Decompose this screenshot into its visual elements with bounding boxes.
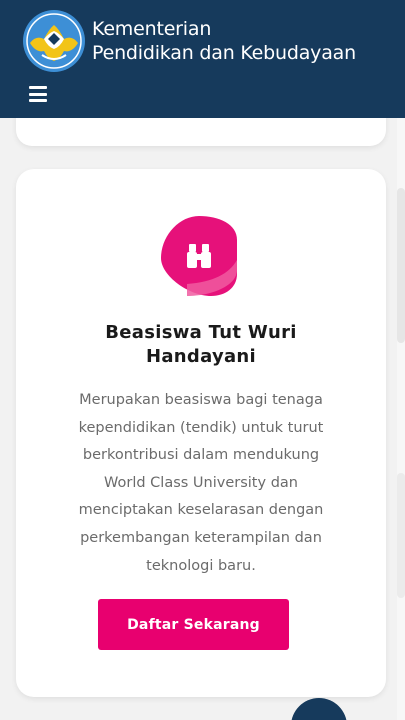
scrollbar-thumb-secondary[interactable] [397, 473, 405, 598]
description-line: menciptakan keselarasan dengan [78, 502, 324, 519]
description-line: perkembangan keterampilan dan [80, 529, 322, 546]
site-header: Kementerian Pendidikan dan Kebudayaan [0, 0, 405, 118]
scrollbar[interactable] [397, 118, 405, 720]
organization-name-line2: Pendidikan dan Kebudayaan [92, 42, 356, 64]
description-line: Merupakan beasiswa bagi tenaga [79, 392, 323, 408]
hamburger-menu-icon[interactable] [29, 86, 47, 102]
description-line: kependidikan (tendik) untuk turut [78, 419, 324, 436]
card-title-line2: Handayani [145, 346, 257, 367]
scrollbar-thumb[interactable] [397, 188, 405, 343]
floating-action-button[interactable] [291, 698, 347, 720]
description-line: teknologi baru. [146, 557, 256, 574]
card-description: Merupakan beasiswa bagi tenaga kependidi… [56, 387, 346, 580]
binoculars-icon [161, 216, 237, 296]
tut-wuri-handayani-logo[interactable] [22, 9, 86, 73]
description-line: berkontribusi dalam mendukung [82, 447, 320, 464]
register-now-button[interactable]: Daftar Sekarang [98, 599, 289, 650]
organization-name-line1: Kementerian [92, 18, 212, 40]
scholarship-card: Beasiswa Tut Wuri Handayani Merupakan be… [16, 169, 386, 697]
organization-name[interactable]: Kementerian Pendidikan dan Kebudayaan [92, 17, 356, 65]
description-line: World Class University dan [104, 474, 298, 491]
card-title-line1: Beasiswa Tut Wuri [105, 322, 297, 343]
card-title: Beasiswa Tut Wuri Handayani [16, 321, 386, 369]
